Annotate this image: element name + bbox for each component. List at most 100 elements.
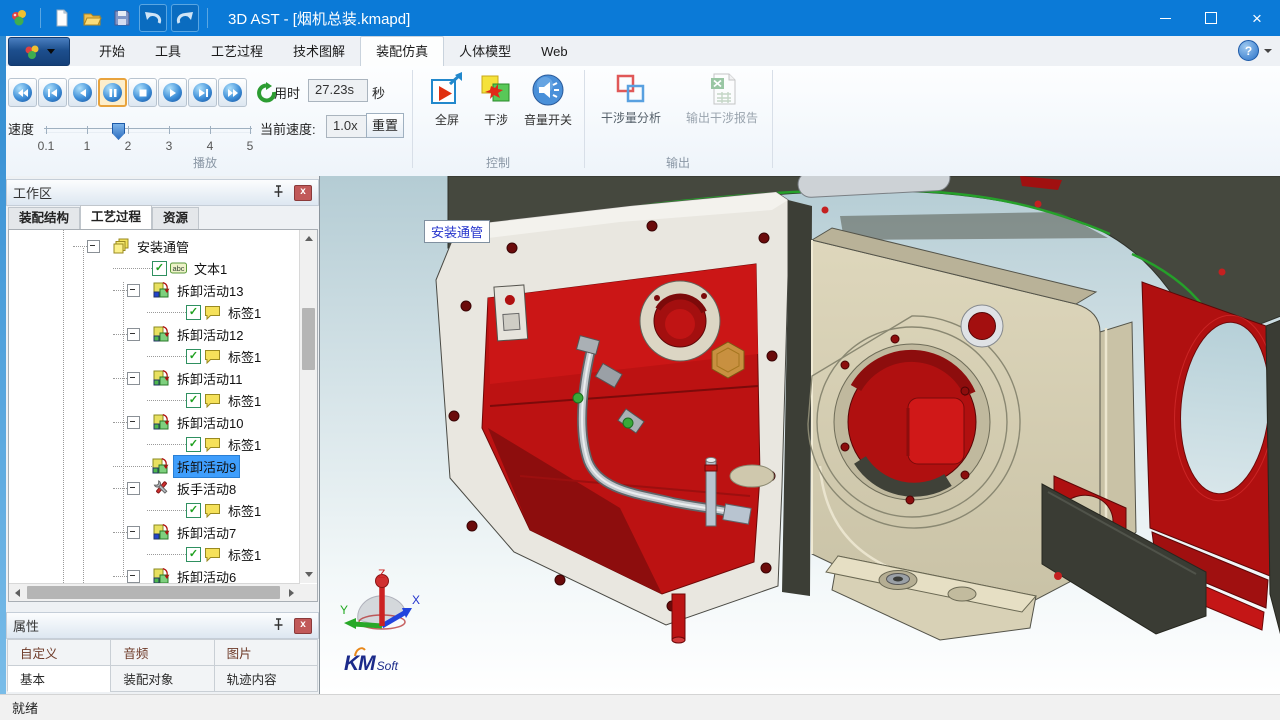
tree-item[interactable]: 标签1: [9, 433, 299, 455]
collapse-expander-icon[interactable]: [127, 482, 140, 495]
undo-button[interactable]: [139, 4, 167, 32]
save-button[interactable]: [109, 5, 135, 31]
close-panel-button[interactable]: x: [294, 185, 312, 201]
checkbox[interactable]: [186, 393, 201, 408]
tab-tech-illustration[interactable]: 技术图解: [278, 37, 360, 66]
pin-icon[interactable]: [273, 618, 284, 634]
checkbox[interactable]: [186, 305, 201, 320]
tree-item-label[interactable]: 拆卸活动12: [174, 324, 246, 345]
tree-item[interactable]: 拆卸活动12: [9, 323, 299, 345]
interference-analysis-button[interactable]: 干涉量分析: [590, 72, 672, 126]
tab-resources[interactable]: 资源: [152, 207, 199, 229]
elapsed-time-field[interactable]: 27.23s: [308, 79, 368, 102]
tree-item[interactable]: 安装通管: [9, 235, 299, 257]
new-file-button[interactable]: [49, 5, 75, 31]
tree-item-label[interactable]: 标签1: [225, 390, 264, 411]
collapse-expander-icon[interactable]: [127, 284, 140, 297]
redo-button[interactable]: [171, 4, 199, 32]
tree-item-label[interactable]: 安装通管: [134, 236, 192, 257]
pause-button[interactable]: [98, 78, 127, 107]
tab-process-tree[interactable]: 工艺过程: [80, 205, 152, 229]
tab-basic[interactable]: 基本: [7, 665, 111, 692]
tree-item[interactable]: 扳手活动8: [9, 477, 299, 499]
tab-start[interactable]: 开始: [84, 37, 140, 66]
fullscreen-button[interactable]: 全屏: [420, 72, 474, 128]
tab-custom[interactable]: 自定义: [7, 639, 111, 666]
prev-step-button[interactable]: [38, 78, 67, 107]
tree-item-label[interactable]: 标签1: [225, 500, 264, 521]
collapse-expander-icon[interactable]: [127, 570, 140, 583]
checkbox[interactable]: [186, 503, 201, 518]
scrollbar-thumb[interactable]: [302, 308, 315, 370]
collapse-expander-icon[interactable]: [87, 240, 100, 253]
tab-web[interactable]: Web: [526, 37, 583, 66]
collapse-expander-icon[interactable]: [127, 416, 140, 429]
minimize-button[interactable]: [1142, 0, 1188, 36]
speed-slider[interactable]: 0.1 1 2 3 4 5: [44, 128, 252, 133]
horizontal-scrollbar[interactable]: [9, 583, 300, 601]
close-panel-button[interactable]: x: [294, 618, 312, 634]
tab-image[interactable]: 图片: [214, 639, 318, 666]
current-speed-field[interactable]: 1.0x: [326, 115, 370, 138]
tree-item[interactable]: 拆卸活动6: [9, 565, 299, 583]
tree-item-label[interactable]: 标签1: [225, 346, 264, 367]
scrollbar-thumb[interactable]: [27, 586, 280, 599]
pin-icon[interactable]: [273, 185, 284, 201]
chevron-down-icon[interactable]: [1264, 49, 1272, 53]
tab-audio[interactable]: 音频: [110, 639, 214, 666]
tree-item-label[interactable]: 拆卸活动7: [174, 522, 239, 543]
checkbox[interactable]: [186, 349, 201, 364]
play-button[interactable]: [158, 78, 187, 107]
next-step-button[interactable]: [188, 78, 217, 107]
tree-item-label[interactable]: 拆卸活动13: [174, 280, 246, 301]
slider-thumb[interactable]: [112, 123, 125, 140]
open-file-button[interactable]: [79, 5, 105, 31]
tab-track-content[interactable]: 轨迹内容: [214, 665, 318, 692]
jump-start-button[interactable]: [8, 78, 37, 107]
maximize-button[interactable]: [1188, 0, 1234, 36]
3d-viewport[interactable]: 安装通管 Z Y X KMSoft: [319, 176, 1280, 694]
tree-item[interactable]: 标签1: [9, 499, 299, 521]
interference-button[interactable]: 干涉: [474, 72, 518, 128]
help-button[interactable]: ?: [1238, 40, 1259, 61]
checkbox[interactable]: [186, 547, 201, 562]
tree-item[interactable]: 标签1: [9, 543, 299, 565]
collapse-expander-icon[interactable]: [127, 526, 140, 539]
collapse-expander-icon[interactable]: [127, 372, 140, 385]
volume-toggle-button[interactable]: 音量开关: [518, 72, 578, 128]
close-button[interactable]: ×: [1234, 0, 1280, 36]
vertical-scrollbar[interactable]: [299, 230, 317, 583]
tree-item-label[interactable]: 拆卸活动10: [174, 412, 246, 433]
tree-item[interactable]: 拆卸活动13: [9, 279, 299, 301]
tab-tools[interactable]: 工具: [140, 37, 196, 66]
tree-item[interactable]: 标签1: [9, 389, 299, 411]
tab-assembly-simulation[interactable]: 装配仿真: [360, 36, 444, 66]
tree-item[interactable]: 标签1: [9, 345, 299, 367]
tree-item-label[interactable]: 拆卸活动11: [174, 368, 246, 389]
collapse-expander-icon[interactable]: [127, 328, 140, 341]
tab-assembly-structure[interactable]: 装配结构: [8, 207, 80, 229]
tree-item[interactable]: abc 文本1: [9, 257, 299, 279]
tree-item[interactable]: 拆卸活动9: [9, 455, 299, 477]
checkbox[interactable]: [152, 261, 167, 276]
tree-item[interactable]: 标签1: [9, 301, 299, 323]
stop-button[interactable]: [128, 78, 157, 107]
reset-speed-button[interactable]: 重置: [366, 113, 404, 138]
tree-item-label[interactable]: 标签1: [225, 544, 264, 565]
tab-human-model[interactable]: 人体模型: [444, 37, 526, 66]
tree-item[interactable]: 拆卸活动10: [9, 411, 299, 433]
checkbox[interactable]: [186, 437, 201, 452]
tree-item[interactable]: 拆卸活动7: [9, 521, 299, 543]
tree-item-label[interactable]: 标签1: [225, 302, 264, 323]
tree-item[interactable]: 拆卸活动11: [9, 367, 299, 389]
app-menu-button[interactable]: [8, 37, 70, 66]
tree-item-label[interactable]: 扳手活动8: [174, 478, 239, 499]
tab-process[interactable]: 工艺过程: [196, 37, 278, 66]
tree-item-label[interactable]: 拆卸活动9: [173, 455, 240, 478]
tab-assembly-object[interactable]: 装配对象: [110, 665, 214, 692]
tree-item-label[interactable]: 拆卸活动6: [174, 566, 239, 584]
tree-item-label[interactable]: 文本1: [191, 258, 230, 279]
play-backward-button[interactable]: [68, 78, 97, 107]
jump-end-button[interactable]: [218, 78, 247, 107]
tree-item-label[interactable]: 标签1: [225, 434, 264, 455]
